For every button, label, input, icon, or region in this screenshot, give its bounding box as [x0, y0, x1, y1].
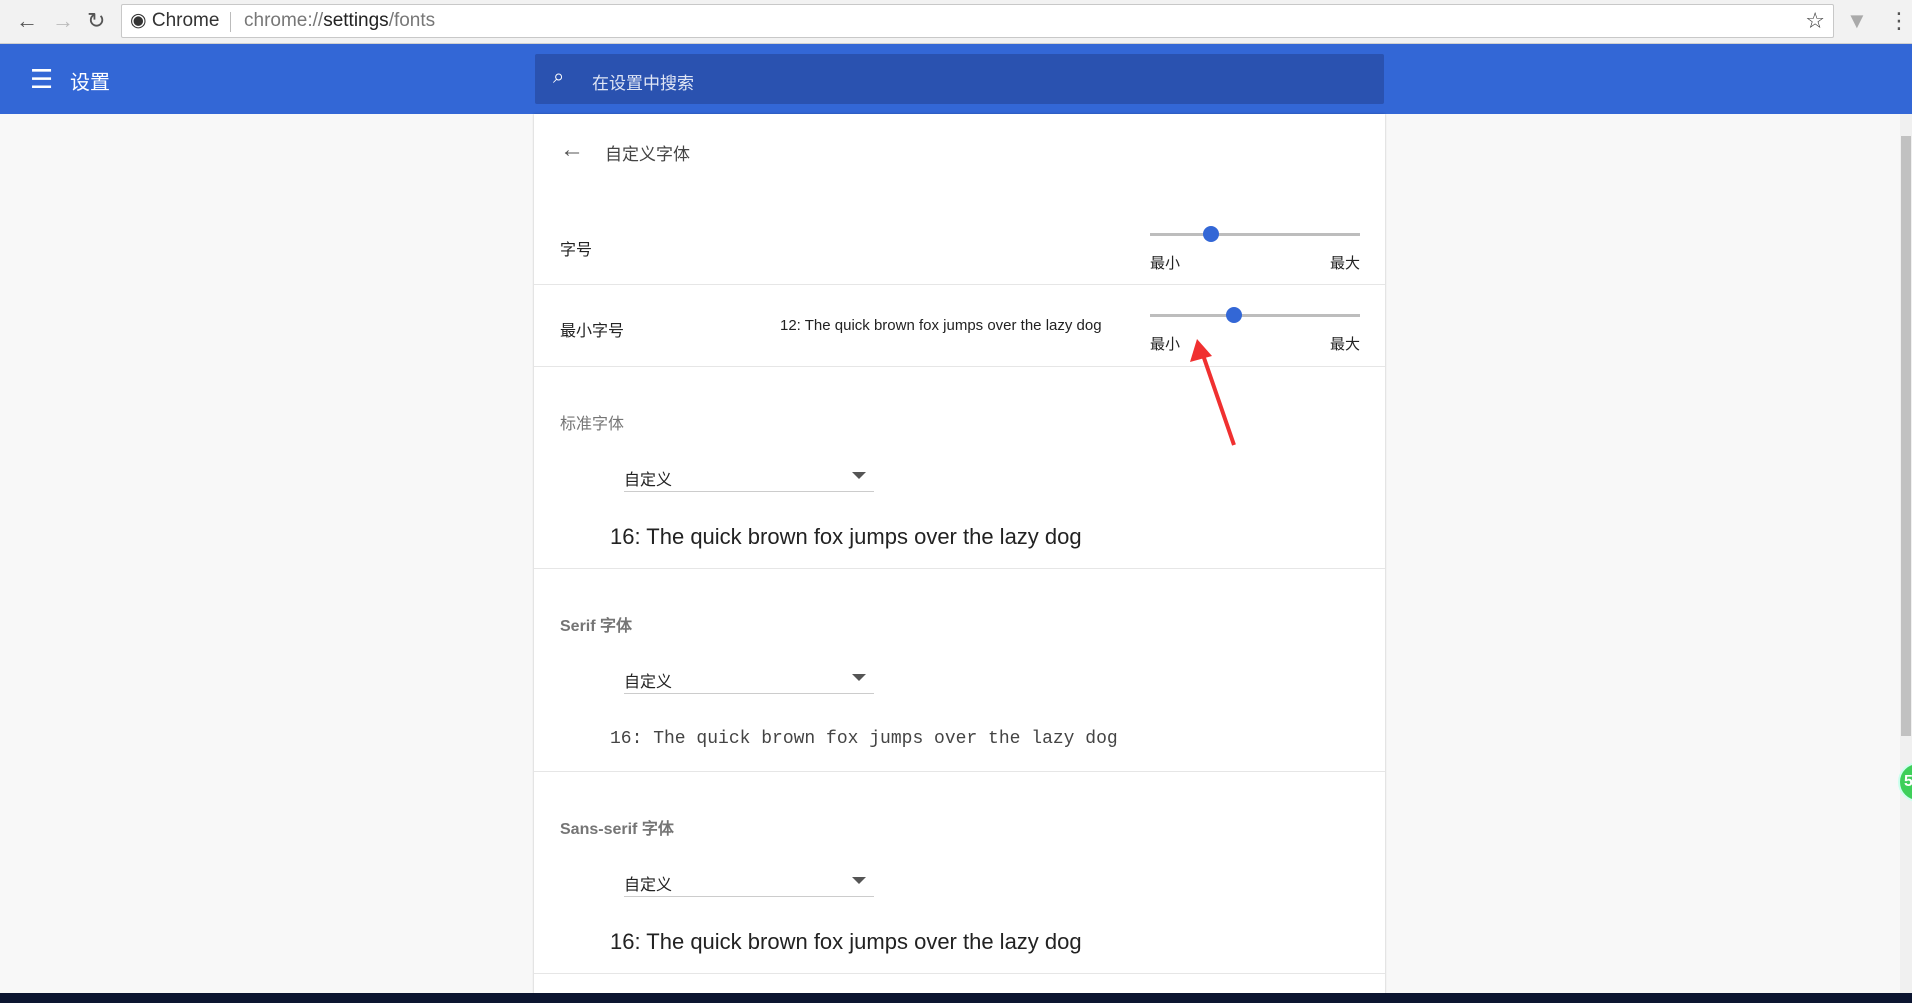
page-title: 自定义字体: [605, 145, 690, 164]
divider: [534, 771, 1385, 772]
min-font-size-slider[interactable]: [1150, 307, 1360, 323]
font-size-label: 字号: [560, 242, 593, 259]
min-label: 最小: [1150, 336, 1181, 353]
page-scrollbar[interactable]: [1900, 114, 1912, 993]
address-bar[interactable]: ◉ Chrome chrome://settings/fonts ☆: [121, 4, 1834, 38]
sans-serif-font-select[interactable]: 自定义: [624, 867, 874, 897]
serif-font-sample: 16: The quick brown fox jumps over the l…: [610, 729, 1118, 749]
divider: [230, 12, 231, 32]
min-font-size-label: 最小字号: [560, 323, 625, 340]
slider-knob[interactable]: [1226, 307, 1242, 323]
chrome-icon: ◉: [130, 10, 147, 31]
menu-dots-icon[interactable]: ⋮: [1888, 8, 1910, 34]
settings-search-input[interactable]: ⌕ 在设置中搜索: [535, 54, 1384, 104]
reload-icon[interactable]: ↻: [87, 8, 105, 34]
os-taskbar: [0, 993, 1912, 1003]
serif-font-select[interactable]: 自定义: [624, 664, 874, 694]
fonts-card: ← 自定义字体 字号 最小 最大 最小字号 12: The quick brow…: [534, 114, 1385, 994]
settings-header: ☰ 设置 ⌕ 在设置中搜索: [0, 44, 1912, 114]
min-font-size-sample: 12: The quick brown fox jumps over the l…: [780, 317, 1102, 334]
bookmark-star-icon[interactable]: ☆: [1805, 5, 1825, 37]
standard-font-label: 标准字体: [560, 416, 625, 433]
url-text: chrome://settings/fonts: [244, 10, 436, 31]
max-label: 最大: [1330, 336, 1361, 353]
divider: [534, 366, 1385, 367]
divider: [534, 568, 1385, 569]
max-label: 最大: [1330, 255, 1361, 272]
dropdown-arrow-icon: [852, 877, 866, 884]
min-label: 最小: [1150, 255, 1181, 272]
search-placeholder: 在设置中搜索: [592, 74, 694, 93]
standard-font-sample: 16: The quick brown fox jumps over the l…: [610, 524, 1082, 549]
site-label: Chrome: [151, 10, 220, 31]
sans-serif-font-sample: 16: The quick brown fox jumps over the l…: [610, 929, 1082, 954]
extension-icon[interactable]: ▼: [1846, 8, 1868, 34]
forward-icon[interactable]: →: [52, 8, 74, 34]
browser-toolbar: ← → ↻ ◉ Chrome chrome://settings/fonts ☆…: [0, 0, 1912, 44]
serif-font-label: Serif 字体: [560, 618, 633, 635]
dropdown-arrow-icon: [852, 472, 866, 479]
standard-font-select[interactable]: 自定义: [624, 462, 874, 492]
back-icon[interactable]: ←: [16, 8, 38, 34]
divider: [534, 284, 1385, 285]
sans-serif-font-label: Sans-serif 字体: [560, 821, 674, 838]
scrollbar-thumb[interactable]: [1901, 136, 1911, 736]
hamburger-menu-icon[interactable]: ☰: [30, 66, 53, 92]
site-info[interactable]: ◉ Chrome: [130, 5, 219, 37]
font-size-slider[interactable]: [1150, 226, 1360, 242]
dropdown-arrow-icon: [852, 674, 866, 681]
divider: [534, 973, 1385, 974]
header-title: 设置: [70, 72, 110, 94]
slider-knob[interactable]: [1202, 226, 1219, 242]
back-arrow-icon[interactable]: ←: [560, 136, 584, 164]
search-icon: ⌕: [553, 66, 565, 88]
